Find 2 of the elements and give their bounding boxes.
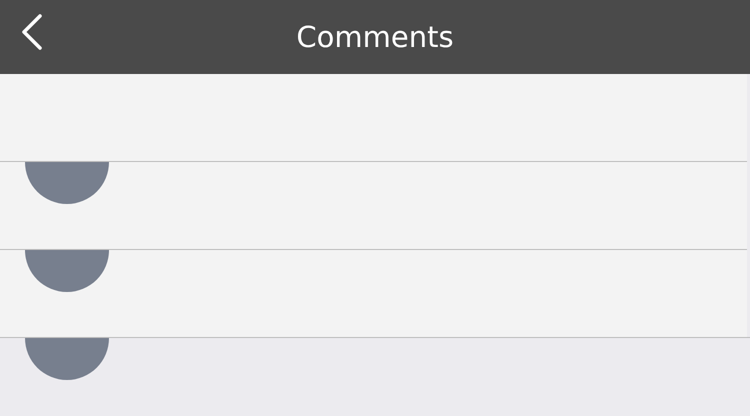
page-title: Comments — [296, 20, 454, 54]
back-icon[interactable] — [21, 14, 43, 50]
